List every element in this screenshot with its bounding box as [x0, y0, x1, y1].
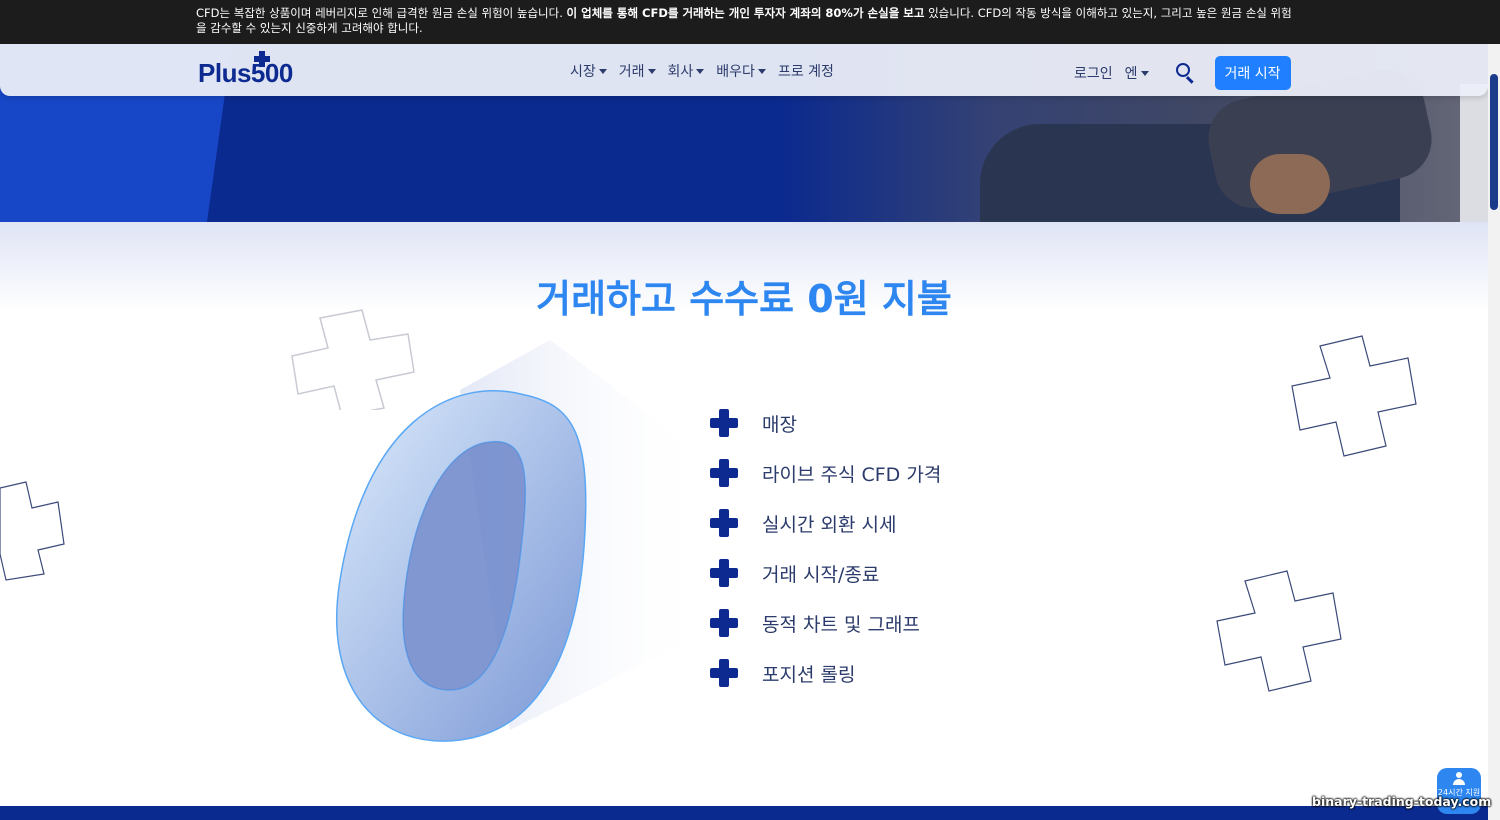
plus-bullet-icon: [710, 659, 738, 687]
chevron-down-icon: [757, 68, 766, 74]
nav-item-label: 회사: [667, 64, 694, 80]
nav-item-label: 배우다: [716, 64, 755, 80]
plus-bullet-icon: [710, 509, 738, 537]
plus500-logo[interactable]: Plus500: [198, 51, 293, 89]
page-headline: 거래하고 수수료 0원 지불: [536, 277, 952, 321]
feature-label: 실시간 외환 시세: [762, 513, 897, 536]
chevron-down-icon: [1140, 70, 1149, 76]
nav-item-trading[interactable]: 거래: [619, 61, 656, 81]
plus-bullet-icon: [710, 559, 738, 587]
nav-item-label: 거래: [618, 64, 645, 80]
list-item: 동적 차트 및 그래프: [710, 598, 941, 648]
chevron-down-icon: [696, 68, 705, 74]
nav-right-group: 로그인 엔 거래 시작: [1074, 56, 1291, 90]
plus-bullet-icon: [710, 409, 738, 437]
list-item: 매장: [710, 398, 941, 448]
top-navbar: Plus500 시장 거래 회사 배우다 프로 계정 로그인 엔 거래 시작: [0, 44, 1488, 96]
feature-label: 매장: [762, 413, 797, 436]
logo-text: Plus500: [198, 58, 293, 88]
main-nav: 시장 거래 회사 배우다 프로 계정: [570, 61, 834, 81]
nav-item-company[interactable]: 회사: [668, 61, 705, 81]
nav-item-markets[interactable]: 시장: [570, 61, 607, 81]
risk-warning-bold: 이 업체를 통해 CFD를 거래하는 개인 투자자 계좌의 80%가 손실을 보…: [566, 6, 925, 20]
feature-label: 거래 시작/종료: [762, 563, 880, 586]
language-selector[interactable]: 엔: [1125, 63, 1149, 83]
support-person-icon: [1452, 772, 1466, 786]
risk-warning-text-part: CFD는 복잡한 상품이며 레버리지로 인해 급격한 원금 손실 위험이 높습니…: [196, 6, 567, 20]
nav-item-learn[interactable]: 배우다: [716, 61, 766, 81]
plus-outline-icon: [1216, 570, 1342, 692]
plus-bullet-icon: [710, 609, 738, 637]
logo-plus-icon: [254, 51, 270, 67]
list-item: 포지션 롤링: [710, 648, 941, 698]
next-section-edge: [0, 806, 1488, 820]
hero-photo-hand: [1250, 154, 1330, 214]
watermark: binary-trading-today.com: [1312, 794, 1492, 809]
list-item: 실시간 외환 시세: [710, 498, 941, 548]
list-item: 라이브 주식 CFD 가격: [710, 448, 941, 498]
nav-item-label: 프로 계정: [777, 64, 834, 80]
plus-bullet-icon: [710, 459, 738, 487]
scrollbar-thumb[interactable]: [1490, 74, 1498, 210]
list-item: 거래 시작/종료: [710, 548, 941, 598]
feature-label: 포지션 롤링: [762, 663, 856, 686]
start-trading-button[interactable]: 거래 시작: [1214, 56, 1291, 90]
plus-outline-icon: [1291, 335, 1417, 457]
plus-outline-icon: [0, 481, 65, 581]
feature-label: 동적 차트 및 그래프: [762, 613, 920, 636]
chevron-down-icon: [598, 68, 607, 74]
nav-item-pro-account[interactable]: 프로 계정: [778, 61, 834, 81]
feature-list: 매장 라이브 주식 CFD 가격 실시간 외환 시세 거래 시작/종료 동적 차…: [710, 398, 941, 698]
language-label: 엔: [1124, 66, 1138, 82]
feature-label: 라이브 주식 CFD 가격: [762, 463, 942, 486]
risk-warning-bar: CFD는 복잡한 상품이며 레버리지로 인해 급격한 원금 손실 위험이 높습니…: [0, 0, 1500, 44]
search-icon[interactable]: [1175, 62, 1197, 84]
login-link[interactable]: 로그인: [1074, 63, 1113, 83]
nav-item-label: 시장: [570, 64, 596, 80]
page-scrollbar[interactable]: [1488, 44, 1500, 820]
chevron-down-icon: [647, 68, 656, 74]
zero-illustration: [335, 340, 710, 742]
risk-warning-text: CFD는 복잡한 상품이며 레버리지로 인해 급격한 원금 손실 위험이 높습니…: [196, 6, 1296, 36]
search-icon-handle: [1185, 76, 1194, 84]
